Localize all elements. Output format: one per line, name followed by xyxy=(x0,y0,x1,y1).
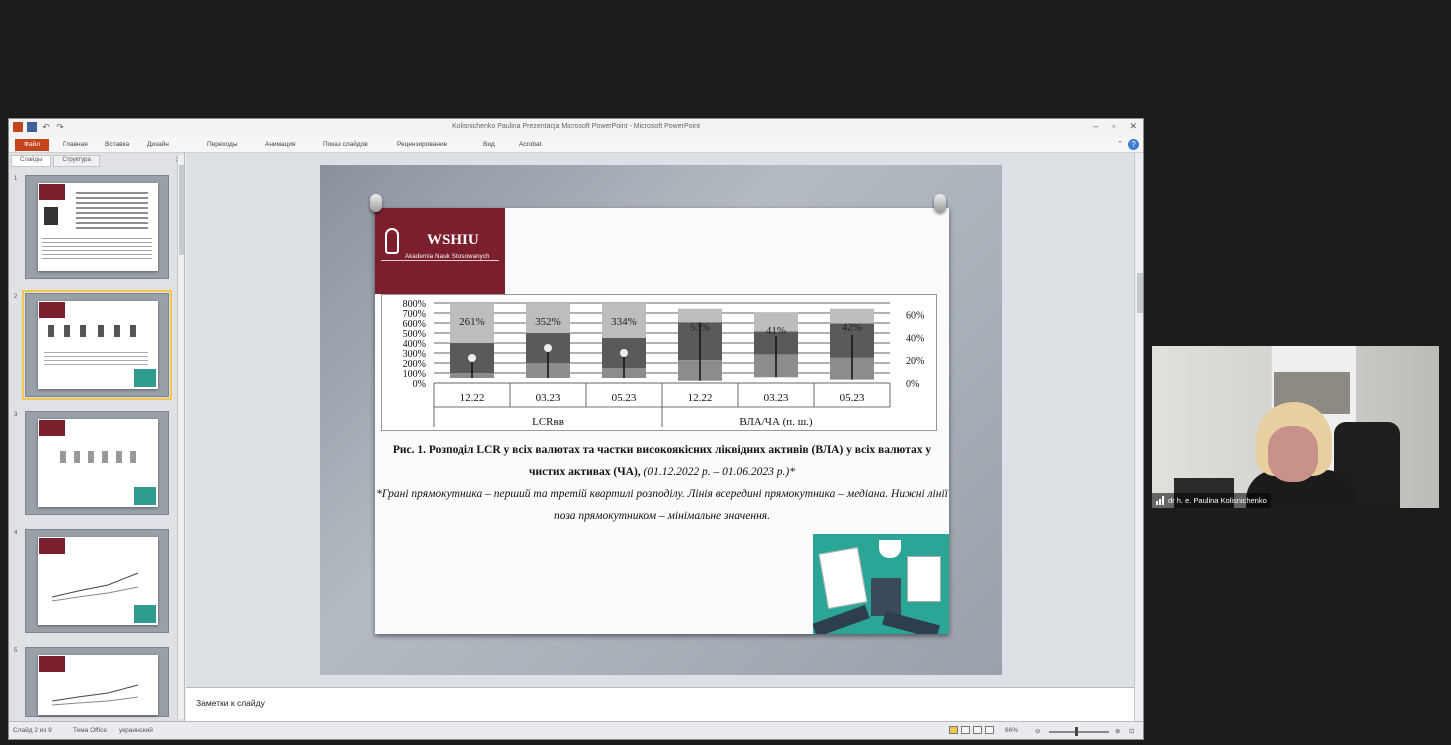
median-marker xyxy=(468,354,476,362)
pane-tabs: Слайды Структура xyxy=(11,155,100,167)
zoom-out-icon[interactable]: ⊖ xyxy=(1035,727,1040,735)
pin-icon xyxy=(934,194,946,212)
normal-view-icon[interactable] xyxy=(949,726,958,734)
slide-scrollbar[interactable] xyxy=(1134,153,1143,721)
category-label: 03.23 xyxy=(764,392,789,404)
data-label: 352% xyxy=(535,316,561,328)
category-label: 12.22 xyxy=(688,392,713,404)
slide-thumbnail-pane: Слайды Структура ✕ 1 2 xyxy=(9,153,185,721)
theme-name: Тема Office xyxy=(73,727,107,734)
tab-slideshow[interactable]: Показ слайдов xyxy=(323,141,368,148)
caption-period: (01.12.2022 р. – 01.06.2023 р.)* xyxy=(643,466,795,478)
right-tick-label: 40% xyxy=(906,333,924,344)
screen: ↶ ↷ Kolisnichenko Paulina Prezentacja Mi… xyxy=(0,0,1451,745)
slide-paper: WSHIU Akademia Nauk Stosowanych 800% 700%… xyxy=(370,194,949,634)
powerpoint-window: ↶ ↷ Kolisnichenko Paulina Prezentacja Mi… xyxy=(8,118,1144,740)
tab-transitions[interactable]: Переходы xyxy=(207,141,238,148)
finance-illustration xyxy=(813,534,949,634)
category-label: 05.23 xyxy=(612,392,637,404)
data-label: 53% xyxy=(690,322,710,334)
slide-thumbnail-3[interactable]: 3 xyxy=(14,411,169,515)
slide-number: 1 xyxy=(14,176,18,182)
slide-thumbnail-1[interactable]: 1 xyxy=(14,175,169,279)
minimize-ribbon-icon[interactable]: ⌃ xyxy=(1117,140,1123,148)
slide-thumbnail-5[interactable]: 5 xyxy=(14,647,169,717)
group-label: LCRвв xyxy=(532,416,564,428)
window-controls: – ▫ ✕ xyxy=(1093,121,1137,132)
category-label: 03.23 xyxy=(536,392,561,404)
box-upper-range xyxy=(678,308,722,323)
participant-name: dr h. e. Paulina Kolisnichenko xyxy=(1168,496,1267,505)
tab-design[interactable]: Дизайн xyxy=(147,141,169,148)
help-icon[interactable]: ? xyxy=(1128,139,1139,150)
participant-name-label: dr h. e. Paulina Kolisnichenko xyxy=(1152,493,1271,508)
wshiu-logo: WSHIU Akademia Nauk Stosowanych xyxy=(375,208,505,294)
median-marker xyxy=(620,349,628,357)
participant-video-tile[interactable]: dr h. e. Paulina Kolisnichenko xyxy=(1152,346,1439,508)
data-label: 41% xyxy=(766,325,786,337)
slide-canvas[interactable]: WSHIU Akademia Nauk Stosowanych 800% 700%… xyxy=(320,165,1002,675)
zoom-slider[interactable] xyxy=(1049,731,1109,733)
tab-acrobat[interactable]: Acrobat xyxy=(519,141,541,148)
window-title: Kolisnichenko Paulina Prezentacja Micros… xyxy=(452,123,700,130)
signal-bars-icon xyxy=(1156,496,1164,505)
chart-svg: 800%700%600%500%400%300%200%100%0%60%40%… xyxy=(403,299,925,428)
median-marker xyxy=(544,344,552,352)
status-bar: Слайд 2 из 9 Тема Office украинский 66% … xyxy=(9,721,1143,739)
reading-view-icon[interactable] xyxy=(973,726,982,734)
tab-animation[interactable]: Анимация xyxy=(265,141,296,148)
slideshow-view-icon[interactable] xyxy=(985,726,994,734)
slide-edit-area: WSHIU Akademia Nauk Stosowanych 800% 700%… xyxy=(186,153,1134,687)
slide-number: 3 xyxy=(14,412,18,418)
left-tick-label: 0% xyxy=(413,379,426,390)
maximize-icon[interactable]: ▫ xyxy=(1112,121,1115,132)
data-label: 334% xyxy=(611,316,637,328)
thumbnail-scrollbar[interactable] xyxy=(177,155,184,719)
right-tick-label: 0% xyxy=(906,379,919,390)
file-tab[interactable]: Файл xyxy=(15,139,49,151)
title-bar: ↶ ↷ Kolisnichenko Paulina Prezentacja Mi… xyxy=(9,119,1143,137)
fit-slide-icon[interactable]: ⊡ xyxy=(1129,727,1134,735)
boxplot-chart: 800% 700% 600% 500% 400% 300% 200% 100% 0% 60% 40%… xyxy=(381,294,937,431)
slide-number: 5 xyxy=(14,648,18,654)
tab-view[interactable]: Вид xyxy=(483,141,495,148)
logo-subtitle: Akademia Nauk Stosowanych xyxy=(405,254,490,260)
figure-caption: Рис. 1. Розподіл LCR у всіх валютах та ч… xyxy=(375,439,949,527)
pin-icon xyxy=(370,194,382,212)
slide-info: Слайд 2 из 9 xyxy=(13,727,52,734)
right-tick-label: 20% xyxy=(906,356,924,367)
data-label: 42% xyxy=(842,322,862,334)
zoom-level[interactable]: 66% xyxy=(1005,727,1018,734)
tab-review[interactable]: Рецензирование xyxy=(397,141,447,148)
ribbon-tabs: Файл Главная Вставка Дизайн Переходы Ани… xyxy=(9,137,1143,153)
zoom-in-icon[interactable]: ⊕ xyxy=(1115,727,1120,735)
slide-thumbnail-2[interactable]: 2 xyxy=(14,290,172,400)
notes-pane[interactable]: Заметки к слайду xyxy=(186,687,1134,721)
language[interactable]: украинский xyxy=(119,727,153,734)
tab-outline[interactable]: Структура xyxy=(53,155,100,167)
view-buttons xyxy=(949,726,994,734)
slide-thumbnail-4[interactable]: 4 xyxy=(14,529,169,633)
tab-home[interactable]: Главная xyxy=(63,141,88,148)
slide-number: 4 xyxy=(14,530,18,536)
data-label: 261% xyxy=(459,316,485,328)
minimize-icon[interactable]: – xyxy=(1093,121,1098,132)
category-label: 05.23 xyxy=(840,392,865,404)
tab-insert[interactable]: Вставка xyxy=(105,141,129,148)
category-label: 12.22 xyxy=(460,392,485,404)
zoom-slider-knob[interactable] xyxy=(1075,727,1078,736)
flame-icon xyxy=(385,228,399,254)
group-label: ВЛА/ЧА (п. ш.) xyxy=(739,416,812,428)
notes-placeholder: Заметки к слайду xyxy=(196,698,265,708)
logo-name: WSHIU xyxy=(427,232,479,248)
close-icon[interactable]: ✕ xyxy=(1129,121,1137,132)
slide-number: 2 xyxy=(14,294,18,300)
right-tick-label: 60% xyxy=(906,310,924,321)
tab-slides[interactable]: Слайды xyxy=(11,155,52,167)
caption-note: *Грані прямокутника – перший та третій к… xyxy=(376,488,948,522)
sorter-view-icon[interactable] xyxy=(961,726,970,734)
